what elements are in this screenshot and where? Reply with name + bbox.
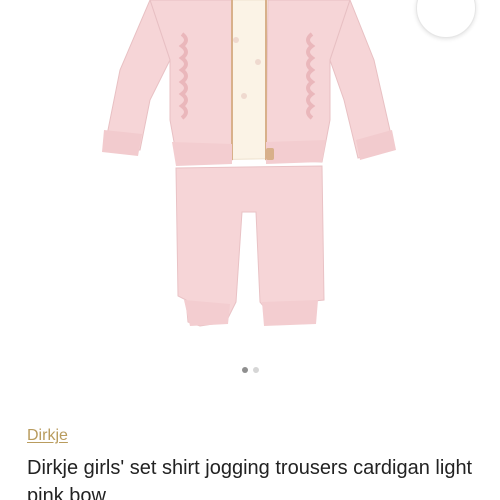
brand-link[interactable]: Dirkje bbox=[27, 427, 68, 445]
carousel-dot[interactable] bbox=[241, 367, 248, 373]
jogging-trousers bbox=[175, 165, 325, 327]
carousel-dot[interactable] bbox=[252, 367, 259, 373]
product-title: Dirkje girls' set shirt jogging trousers… bbox=[27, 457, 473, 500]
carousel-dots bbox=[0, 367, 500, 373]
product-image[interactable] bbox=[0, 0, 500, 360]
product-photo bbox=[102, 0, 396, 327]
